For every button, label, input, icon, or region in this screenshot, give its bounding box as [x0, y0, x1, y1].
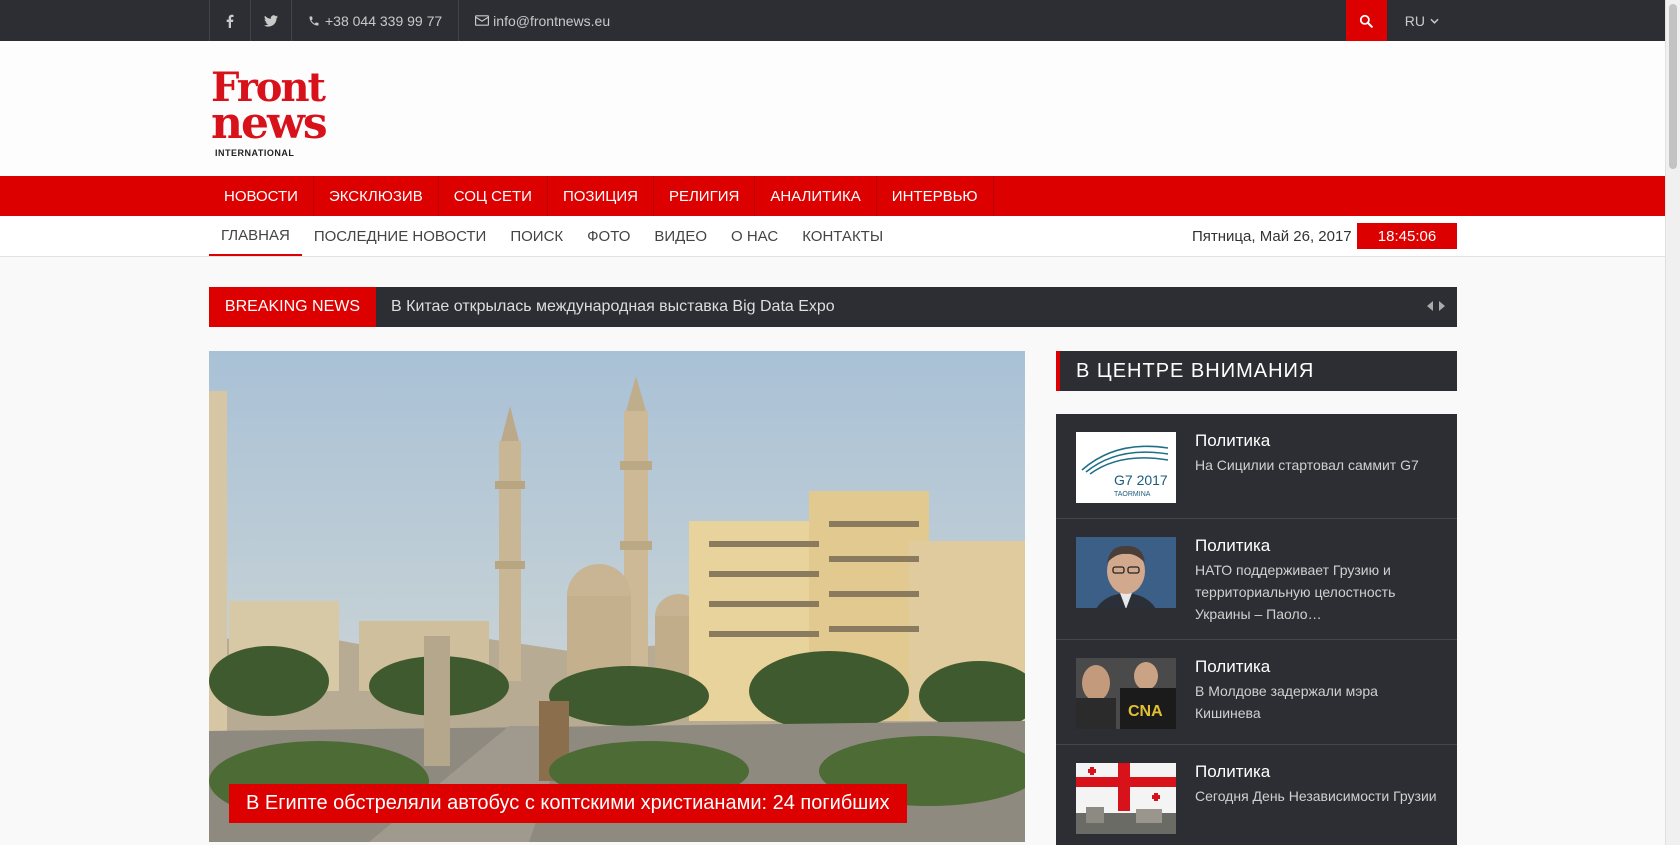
item-title[interactable]: В Молдове задержали мэра Кишинева — [1195, 680, 1445, 724]
chevron-down-icon — [1430, 18, 1439, 24]
hero-caption[interactable]: В Египте обстреляли автобус с коптскими … — [229, 784, 907, 823]
nav-item-interview[interactable]: ИНТЕРВЬЮ — [877, 176, 994, 216]
item-title[interactable]: НАТО поддерживает Грузию и территориальн… — [1195, 559, 1445, 625]
subnav-item-about[interactable]: О НАС — [719, 216, 790, 256]
item-category[interactable]: Политика — [1195, 431, 1270, 451]
subnav-item-home[interactable]: ГЛАВНАЯ — [209, 216, 302, 256]
email-contact[interactable]: info@frontnews.eu — [458, 0, 626, 41]
thumbnail-person — [1076, 537, 1176, 608]
item-category[interactable]: Политика — [1195, 762, 1270, 782]
thumb-g7-subtext: TAORMINA — [1114, 491, 1151, 498]
top-bar: +38 044 339 99 77 info@frontnews.eu RU — [0, 0, 1665, 41]
email-address: info@frontnews.eu — [493, 12, 611, 29]
current-date: Пятница, Май 26, 2017 — [1192, 227, 1352, 245]
nav-item-religion[interactable]: РЕЛИГИЯ — [654, 176, 756, 216]
list-item[interactable]: Политика Сегодня День Независимости Груз… — [1056, 745, 1457, 845]
thumbnail-g7: G7 2017 TAORMINA — [1076, 432, 1176, 503]
subnav-item-latest[interactable]: ПОСЛЕДНИЕ НОВОСТИ — [302, 216, 499, 256]
phone-number: +38 044 339 99 77 — [325, 12, 443, 29]
subnav-item-video[interactable]: ВИДЕО — [642, 216, 719, 256]
scrollbar-thumb[interactable] — [1669, 4, 1677, 169]
nav-item-novosti[interactable]: НОВОСТИ — [209, 176, 314, 216]
breaking-news-headline[interactable]: В Китае открылась международная выставка… — [391, 287, 835, 327]
thumb-g7-text: G7 2017 — [1114, 472, 1168, 488]
sidebar-title: В ЦЕНТРЕ ВНИМАНИЯ — [1056, 351, 1457, 391]
caret-left-icon[interactable] — [1427, 301, 1433, 311]
language-selector[interactable]: RU — [1387, 0, 1457, 41]
site-header: Front news INTERNATIONAL — [0, 41, 1665, 176]
logo-line-3: INTERNATIONAL — [215, 148, 295, 158]
language-label: RU — [1404, 12, 1425, 29]
thumbnail-georgia-flag — [1076, 763, 1176, 834]
caret-right-icon[interactable] — [1439, 301, 1445, 311]
phone-icon — [309, 16, 319, 25]
nav-item-social[interactable]: СОЦ СЕТИ — [439, 176, 548, 216]
nav-item-position[interactable]: ПОЗИЦИЯ — [548, 176, 654, 216]
thumb-cna-text: CNA — [1128, 703, 1163, 720]
breaking-news-label: BREAKING NEWS — [209, 287, 376, 327]
list-item[interactable]: Политика НАТО поддерживает Грузию и терр… — [1056, 519, 1457, 640]
hero-image — [209, 351, 1025, 842]
envelope-icon — [475, 15, 490, 26]
subnav-item-photo[interactable]: ФОТО — [575, 216, 642, 256]
thumbnail-cna: CNA — [1076, 658, 1176, 729]
breaking-news-bar: BREAKING NEWS В Китае открылась междунар… — [209, 287, 1457, 327]
phone-contact[interactable]: +38 044 339 99 77 — [291, 0, 458, 41]
nav-item-analytics[interactable]: АНАЛИТИКА — [755, 176, 877, 216]
page-scrollbar[interactable] — [1665, 0, 1680, 845]
logo-line-2: news — [211, 98, 328, 149]
featured-list: G7 2017 TAORMINA Политика На Сицилии ста… — [1056, 414, 1457, 845]
hero-article[interactable]: В Египте обстреляли автобус с коптскими … — [209, 351, 1025, 842]
current-time: 18:45:06 — [1357, 223, 1457, 249]
list-item[interactable]: G7 2017 TAORMINA Политика На Сицилии ста… — [1056, 414, 1457, 519]
search-icon — [1360, 14, 1374, 28]
sub-nav: ГЛАВНАЯ ПОСЛЕДНИЕ НОВОСТИ ПОИСК ФОТО ВИД… — [0, 216, 1665, 257]
search-button[interactable] — [1345, 0, 1387, 41]
main-nav: НОВОСТИ ЭКСКЛЮЗИВ СОЦ СЕТИ ПОЗИЦИЯ РЕЛИГ… — [0, 176, 1665, 216]
site-logo[interactable]: Front news INTERNATIONAL — [211, 64, 328, 160]
twitter-icon[interactable] — [250, 0, 291, 41]
nav-item-exclusive[interactable]: ЭКСКЛЮЗИВ — [314, 176, 439, 216]
item-title[interactable]: Сегодня День Независимости Грузии — [1195, 785, 1445, 807]
subnav-item-search[interactable]: ПОИСК — [498, 216, 575, 256]
item-category[interactable]: Политика — [1195, 657, 1270, 677]
facebook-icon[interactable] — [209, 0, 250, 41]
item-category[interactable]: Политика — [1195, 536, 1270, 556]
list-item[interactable]: CNA Политика В Молдове задержали мэра Ки… — [1056, 640, 1457, 745]
subnav-item-contacts[interactable]: КОНТАКТЫ — [790, 216, 895, 256]
item-title[interactable]: На Сицилии стартовал саммит G7 — [1195, 454, 1445, 476]
